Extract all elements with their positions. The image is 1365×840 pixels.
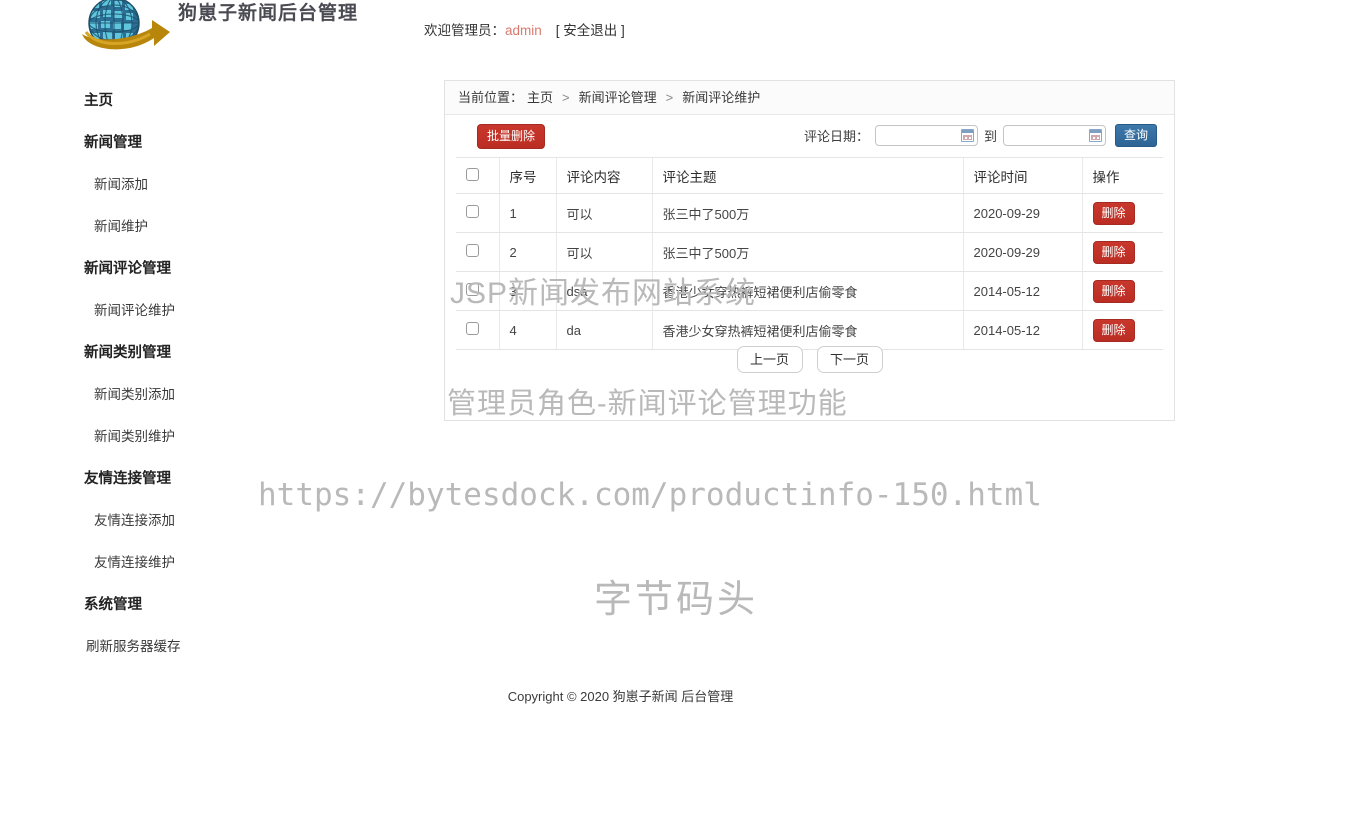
cell-no: 2 (498, 232, 556, 272)
cell-action: 删除 (1081, 310, 1163, 350)
sidebar-nav: 主页 新闻管理 新闻添加 新闻维护 新闻评论管理 新闻评论维护 新闻类别管理 新… (0, 80, 420, 668)
calendar-icon[interactable] (960, 129, 974, 142)
date-range-to-label: 到 (983, 129, 997, 144)
delete-button[interactable]: 删除 (1092, 318, 1135, 342)
column-header-topic: 评论主题 (651, 157, 963, 194)
table-row: 1 可以 张三中了500万 2020-09-29 删除 (456, 193, 1163, 233)
breadcrumb: 当前位置： 主页 > 新闻评论管理 > 新闻评论维护 (445, 81, 1174, 115)
table-body: 1 可以 张三中了500万 2020-09-29 删除 2 可以 张三中了500… (456, 193, 1163, 350)
date-filter: 评论日期： 到 查询 (804, 124, 1157, 147)
sidebar-group-friendlink[interactable]: 友情连接管理 (0, 458, 420, 500)
cell-no: 1 (498, 193, 556, 233)
sidebar-item-category-maintain[interactable]: 新闻类别维护 (0, 416, 420, 458)
column-header-time: 评论时间 (962, 157, 1082, 194)
cell-time: 2020-09-29 (962, 232, 1082, 272)
cell-topic: 张三中了500万 (651, 232, 963, 272)
watermark-brand: 字节码头 (594, 579, 759, 621)
welcome-prefix: 欢迎管理员： (424, 23, 505, 38)
date-filter-label: 评论日期： (803, 129, 869, 144)
cell-no: 4 (498, 310, 556, 350)
cell-time: 2020-09-29 (962, 193, 1082, 233)
row-checkbox[interactable] (466, 205, 479, 218)
breadcrumb-level3: 新闻评论维护 (682, 90, 761, 105)
sidebar-item-friendlink-maintain[interactable]: 友情连接维护 (0, 542, 420, 584)
column-header-action: 操作 (1081, 157, 1163, 194)
sidebar-group-category[interactable]: 新闻类别管理 (0, 332, 420, 374)
table-row: 3 dsa 香港少女穿热裤短裙便利店偷零食 2014-05-12 删除 (456, 271, 1163, 311)
bulk-delete-button[interactable]: 批量删除 (477, 124, 546, 149)
breadcrumb-separator-1: > (562, 90, 570, 105)
sidebar-item-refresh-cache[interactable]: 刷新服务器缓存 (0, 626, 420, 668)
cell-content: 可以 (555, 232, 652, 272)
cell-topic: 张三中了500万 (651, 193, 963, 233)
date-to-field[interactable] (1002, 125, 1106, 146)
cell-topic: 香港少女穿热裤短裙便利店偷零食 (651, 310, 963, 350)
page-header: 狗崽子新闻后台管理 欢迎管理员：admin [ 安全退出 ] (0, 0, 1365, 62)
current-username: admin (505, 23, 542, 38)
sidebar-item-news-add[interactable]: 新闻添加 (0, 164, 420, 206)
breadcrumb-label: 当前位置： (458, 90, 524, 105)
content-panel: 当前位置： 主页 > 新闻评论管理 > 新闻评论维护 批量删除 评论日期： 到 查询 (444, 80, 1175, 421)
table-row: 4 da 香港少女穿热裤短裙便利店偷零食 2014-05-12 删除 (456, 310, 1163, 350)
breadcrumb-level2[interactable]: 新闻评论管理 (579, 90, 657, 105)
column-header-no: 序号 (498, 157, 556, 194)
table-row: 2 可以 张三中了500万 2020-09-29 删除 (456, 232, 1163, 272)
welcome-bar: 欢迎管理员：admin [ 安全退出 ] (424, 19, 625, 39)
app-title: 狗崽子新闻后台管理 (178, 3, 359, 24)
comments-table: 序号 评论内容 评论主题 评论时间 操作 1 可以 张三中了500万 2020-… (456, 157, 1163, 350)
sidebar-item-friendlink-add[interactable]: 友情连接添加 (0, 500, 420, 542)
column-select-all (456, 157, 499, 194)
cell-action: 删除 (1081, 193, 1163, 233)
sidebar-group-system[interactable]: 系统管理 (0, 584, 420, 626)
table-head: 序号 评论内容 评论主题 评论时间 操作 (456, 157, 1163, 194)
select-all-checkbox[interactable] (466, 167, 479, 181)
cell-content: dsa (555, 271, 652, 311)
cell-action: 删除 (1081, 271, 1163, 311)
prev-page-button[interactable]: 上一页 (736, 346, 803, 373)
cell-action: 删除 (1081, 232, 1163, 272)
cell-topic: 香港少女穿热裤短裙便利店偷零食 (651, 271, 963, 311)
logout-link[interactable]: [ 安全退出 ] (556, 23, 625, 38)
query-button[interactable]: 查询 (1114, 124, 1157, 147)
cell-no: 3 (498, 271, 556, 311)
cell-content: 可以 (555, 193, 652, 233)
row-select-cell (456, 310, 499, 350)
page-root: 狗崽子新闻后台管理 欢迎管理员：admin [ 安全退出 ] 主页 新闻管理 新闻… (0, 0, 1365, 840)
table-header-row: 序号 评论内容 评论主题 评论时间 操作 (456, 157, 1163, 194)
row-checkbox[interactable] (466, 283, 479, 296)
cell-time: 2014-05-12 (962, 271, 1082, 311)
sidebar-item-category-add[interactable]: 新闻类别添加 (0, 374, 420, 416)
cell-time: 2014-05-12 (962, 310, 1082, 350)
row-select-cell (456, 271, 499, 311)
delete-button[interactable]: 删除 (1092, 240, 1135, 264)
date-to-input[interactable] (1007, 127, 1092, 144)
table-toolbar: 批量删除 评论日期： 到 查询 (445, 115, 1174, 157)
calendar-icon[interactable] (1088, 129, 1102, 142)
breadcrumb-home[interactable]: 主页 (527, 90, 553, 105)
sidebar-item-comment-maintain[interactable]: 新闻评论维护 (0, 290, 420, 332)
page-footer: Copyright © 2020 狗崽子新闻 后台管理 (507, 689, 734, 704)
breadcrumb-separator-2: > (665, 90, 674, 105)
delete-button[interactable]: 删除 (1092, 201, 1135, 225)
date-from-field[interactable] (874, 125, 978, 146)
sidebar-group-news[interactable]: 新闻管理 (0, 122, 420, 164)
pagination: 上一页 下一页 (445, 346, 1174, 373)
sidebar-item-news-maintain[interactable]: 新闻维护 (0, 206, 420, 248)
sidebar-group-comment[interactable]: 新闻评论管理 (0, 248, 420, 290)
next-page-button[interactable]: 下一页 (816, 346, 883, 373)
row-select-cell (456, 232, 499, 272)
column-header-content: 评论内容 (555, 157, 652, 194)
date-from-input[interactable] (879, 127, 964, 144)
sidebar-item-home[interactable]: 主页 (0, 80, 420, 122)
cell-content: da (555, 310, 652, 350)
row-select-cell (456, 193, 499, 233)
delete-button[interactable]: 删除 (1092, 279, 1135, 303)
globe-arrow-logo-icon (66, 0, 178, 58)
row-checkbox[interactable] (466, 322, 479, 335)
row-checkbox[interactable] (466, 244, 479, 257)
